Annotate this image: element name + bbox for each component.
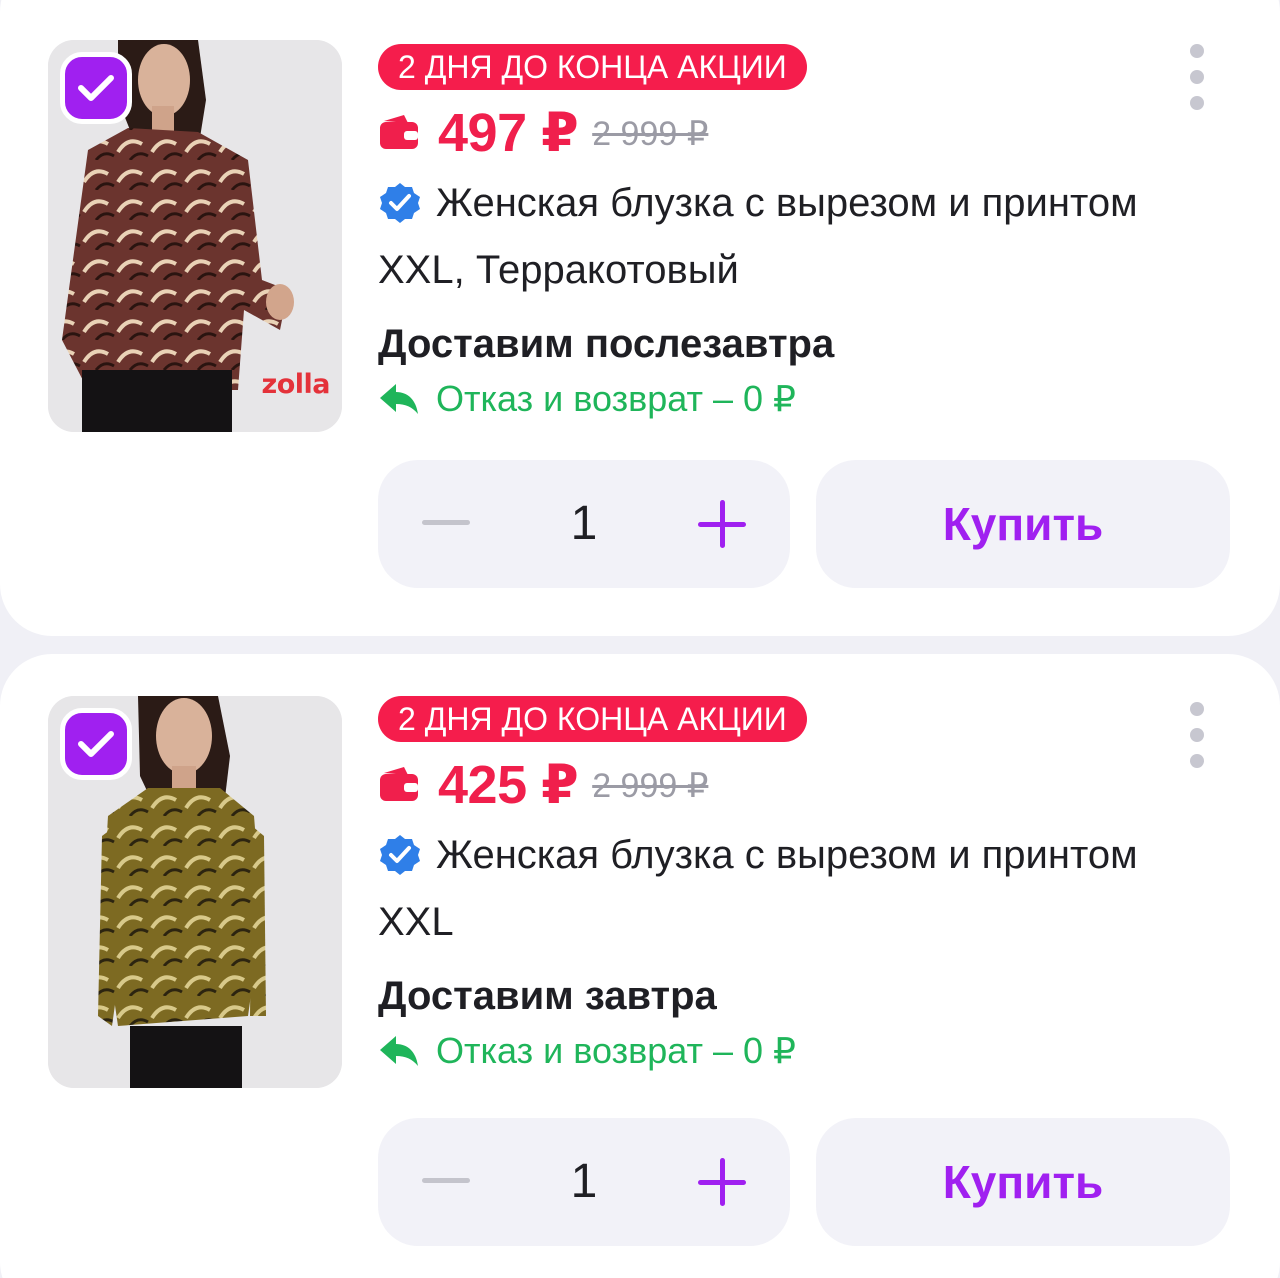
product-info: 2 ДНЯ ДО КОНЦА АКЦИИ 425 ₽ 2 999 ₽ Женск…	[378, 696, 1138, 1074]
return-policy-text[interactable]: Отказ и возврат – 0 ₽	[436, 1030, 796, 1072]
quantity-stepper: 1	[378, 460, 790, 588]
current-price: 497 ₽	[438, 102, 579, 163]
verified-icon	[380, 835, 420, 875]
return-arrow-icon	[380, 384, 418, 414]
dot-icon	[1190, 728, 1204, 742]
wallet-icon	[380, 767, 418, 801]
return-policy-row[interactable]: Отказ и возврат – 0 ₽	[378, 1028, 1138, 1074]
buy-button[interactable]: Купить	[816, 460, 1230, 588]
product-variant: XXL	[378, 900, 454, 944]
return-policy-text[interactable]: Отказ и возврат – 0 ₽	[436, 378, 796, 420]
select-checkbox[interactable]	[60, 708, 132, 780]
title-row[interactable]: Женская блузка с вырезом и принтом	[378, 828, 1138, 882]
check-icon	[78, 731, 114, 757]
return-policy-row[interactable]: Отказ и возврат – 0 ₽	[378, 376, 1138, 422]
dot-icon	[1190, 96, 1204, 110]
product-image[interactable]: zolla	[48, 40, 342, 432]
product-title[interactable]: Женская блузка с вырезом и принтом	[436, 833, 1138, 878]
return-arrow-icon	[380, 1036, 418, 1066]
cart-item-card: 2 ДНЯ ДО КОНЦА АКЦИИ 425 ₽ 2 999 ₽ Женск…	[0, 654, 1280, 1278]
product-info: 2 ДНЯ ДО КОНЦА АКЦИИ 497 ₽ 2 999 ₽ Женск…	[378, 44, 1138, 422]
dot-icon	[1190, 70, 1204, 84]
brand-logo: zolla	[261, 369, 331, 400]
promo-badge: 2 ДНЯ ДО КОНЦА АКЦИИ	[378, 44, 807, 90]
verified-icon	[380, 183, 420, 223]
check-icon	[78, 75, 114, 101]
buy-button[interactable]: Купить	[816, 1118, 1230, 1246]
increase-button[interactable]	[698, 1158, 746, 1206]
delivery-info: Доставим послезавтра	[378, 322, 835, 366]
product-image[interactable]	[48, 696, 342, 1088]
wallet-icon	[380, 115, 418, 149]
increase-button[interactable]	[698, 500, 746, 548]
old-price: 2 999 ₽	[592, 115, 709, 153]
cart-item-card: zolla 2 ДНЯ ДО КОНЦА АКЦИИ 497 ₽ 2 999 ₽…	[0, 0, 1280, 636]
dot-icon	[1190, 702, 1204, 716]
title-row[interactable]: Женская блузка с вырезом и принтом	[378, 176, 1138, 230]
select-checkbox[interactable]	[60, 52, 132, 124]
promo-badge: 2 ДНЯ ДО КОНЦА АКЦИИ	[378, 696, 807, 742]
more-options-button[interactable]	[1184, 702, 1210, 780]
dot-icon	[1190, 754, 1204, 768]
quantity-stepper: 1	[378, 1118, 790, 1246]
price-row: 497 ₽ 2 999 ₽	[378, 102, 1138, 163]
dot-icon	[1190, 44, 1204, 58]
product-title[interactable]: Женская блузка с вырезом и принтом	[436, 181, 1138, 226]
product-variant: XXL, Терракотовый	[378, 248, 739, 292]
delivery-info: Доставим завтра	[378, 974, 717, 1018]
current-price: 425 ₽	[438, 754, 579, 815]
price-row: 425 ₽ 2 999 ₽	[378, 754, 1138, 815]
more-options-button[interactable]	[1184, 44, 1210, 122]
old-price: 2 999 ₽	[592, 767, 709, 805]
